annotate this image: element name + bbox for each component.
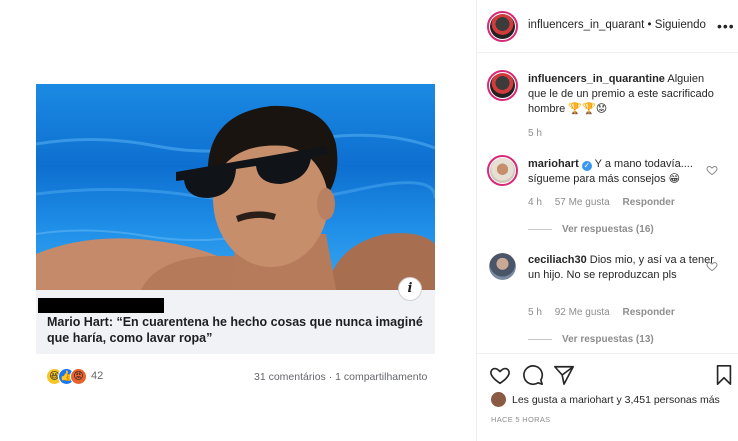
comment-time: 5 h (528, 307, 542, 318)
comment-username[interactable]: ceciliach30 (528, 254, 587, 266)
comment-avatar-mariohart[interactable] (487, 155, 518, 186)
comment-text: mariohart ✓ Y a mano todavía.... sígueme… (528, 157, 723, 187)
info-icon[interactable]: i (398, 277, 422, 301)
likes-summary[interactable]: Les gusta a mariohart y 3,451 personas m… (491, 392, 720, 407)
view-replies-button[interactable]: Ver respuestas (13) (528, 334, 654, 345)
replies-divider (528, 228, 552, 230)
reply-button[interactable]: Responder (623, 197, 675, 208)
comment-likes[interactable]: 92 Me gusta (555, 307, 610, 318)
comment-username[interactable]: mariohart (528, 158, 579, 170)
post-actions: Les gusta a mariohart y 3,451 personas m… (477, 353, 738, 441)
more-icon[interactable]: ••• (717, 18, 735, 34)
post-stats: 31 comentários · 1 compartilhamento (254, 371, 428, 383)
caption-meta: 5 h (528, 128, 552, 139)
comment-text: ceciliach30 Dios mio, y así va a tener u… (528, 253, 723, 283)
caption-time: 5 h (528, 128, 542, 139)
header-username[interactable]: influencers_in_quarant (528, 19, 644, 31)
comment-avatar-ceciliach30[interactable] (489, 253, 516, 280)
post-header: influencers_in_quarant • Siguiendo ••• (477, 0, 738, 53)
comment-meta: 5 h 92 Me gusta Responder (528, 307, 685, 318)
author-avatar[interactable] (487, 11, 518, 42)
heart-icon[interactable] (489, 364, 511, 386)
post-media[interactable]: i Mario Hart: “En cuarentena he hecho co… (0, 0, 476, 441)
comments-panel: influencers_in_quarant • Siguiendo ••• i… (476, 0, 738, 441)
post-photo (36, 84, 435, 290)
comment-like-heart-icon[interactable] (706, 164, 718, 176)
header-user: influencers_in_quarant • Siguiendo (528, 19, 706, 31)
view-replies-button[interactable]: Ver respuestas (16) (528, 224, 654, 235)
angry-reaction-icon: 😡 (70, 367, 87, 385)
comment-likes[interactable]: 57 Me gusta (555, 197, 610, 208)
likes-text: Les gusta a mariohart y 3,451 personas m… (512, 393, 720, 406)
header-separator: • (644, 19, 655, 31)
caption-avatar[interactable] (487, 70, 518, 101)
comment-icon[interactable] (522, 364, 544, 386)
reply-button[interactable]: Responder (623, 307, 675, 318)
post-time-ago: HACE 5 HORAS (491, 415, 551, 424)
bookmark-icon[interactable] (713, 364, 735, 386)
caption-text: influencers_in_quarantine Alguien que le… (528, 72, 723, 117)
comment-like-heart-icon[interactable] (706, 260, 718, 272)
follow-status[interactable]: Siguiendo (655, 19, 706, 31)
caption-username[interactable]: influencers_in_quarantine (528, 73, 665, 85)
liker-avatar (491, 392, 506, 407)
share-icon[interactable] (553, 364, 575, 386)
verified-icon: ✓ (581, 161, 592, 171)
view-replies-label: Ver respuestas (16) (562, 224, 654, 235)
view-replies-label: Ver respuestas (13) (562, 334, 654, 345)
post-headline: Mario Hart: “En cuarentena he hecho cosa… (47, 315, 423, 345)
photo-illustration (36, 105, 435, 290)
comment-meta: 4 h 57 Me gusta Responder (528, 197, 685, 208)
reaction-count: 42 (91, 370, 104, 382)
redacted-bar (38, 298, 164, 313)
shared-post-card: i Mario Hart: “En cuarentena he hecho co… (36, 84, 435, 354)
reactions-summary[interactable]: 😆 👍 😡 42 (46, 367, 103, 385)
comment-time: 4 h (528, 197, 542, 208)
replies-divider (528, 338, 552, 340)
